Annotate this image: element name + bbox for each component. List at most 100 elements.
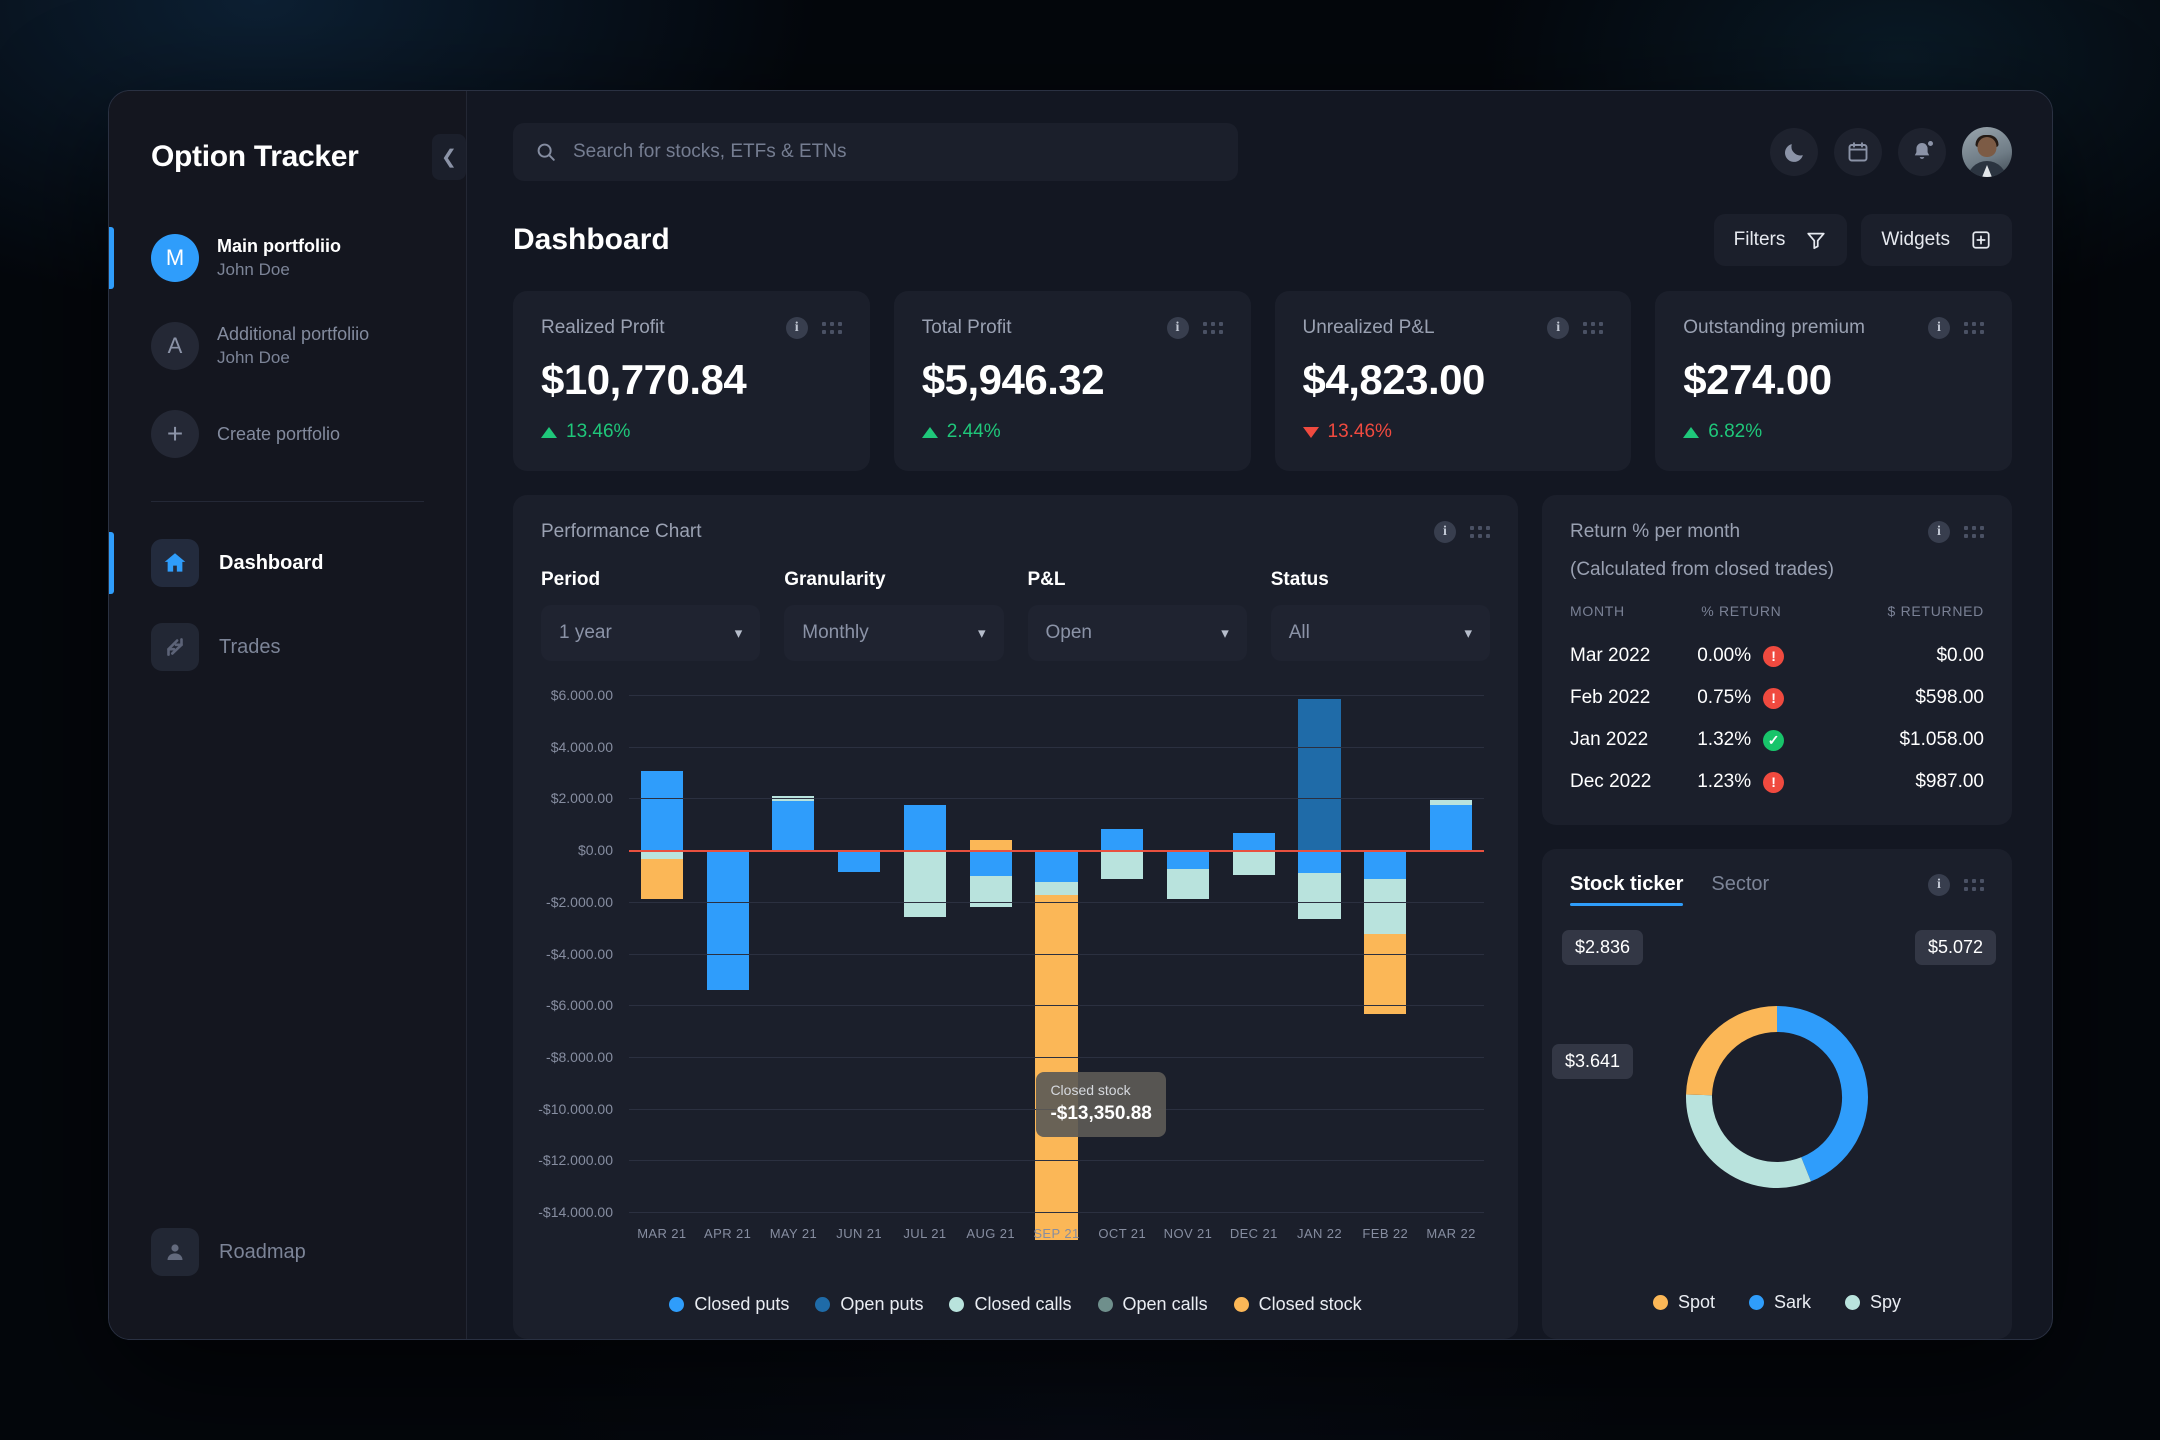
bar-segment[interactable] [1232,833,1275,851]
info-icon[interactable]: i [785,317,808,339]
portfolio-item-additional[interactable]: A Additional portfoliio John Doe [109,309,466,383]
bar-segment[interactable] [1364,934,1407,1015]
sidebar-item-roadmap[interactable]: Roadmap [109,1217,466,1287]
donut-slice-spy[interactable] [1686,1094,1811,1188]
cell-pct-return: 1.23%! [1697,771,1833,793]
bar-segment[interactable] [969,850,1012,876]
info-icon[interactable]: i [1928,317,1950,339]
sidebar-item-label: Roadmap [219,1240,306,1263]
bar-segment[interactable] [1298,873,1341,919]
bar-segment[interactable] [1232,850,1275,875]
donut-legend-item[interactable]: Sark [1748,1292,1811,1313]
drag-handle-icon[interactable] [1964,878,1984,891]
cell-month: Dec 2022 [1570,771,1652,792]
status-select[interactable]: All ▾ [1270,605,1490,661]
avatar[interactable] [1962,127,2012,177]
period-select[interactable]: 1 year ▾ [541,605,761,661]
legend-item[interactable]: Closed puts [669,1294,789,1315]
warning-icon: ! [1763,771,1785,793]
bar-segment[interactable] [640,859,683,900]
calendar-icon[interactable] [1834,128,1882,176]
sidebar-item-dashboard[interactable]: Dashboard [109,528,466,598]
kpi-value: $5,946.32 [921,356,1105,403]
bar-segment[interactable] [1166,850,1210,870]
drag-handle-icon[interactable] [1470,526,1490,538]
moon-icon[interactable] [1770,128,1818,176]
bar-segment[interactable] [1035,895,1078,1241]
bar-segment[interactable] [1298,850,1341,874]
bar-segment[interactable] [772,801,815,851]
donut-slice-spot[interactable] [1686,1006,1778,1096]
sidebar-item-label: Dashboard [219,551,324,574]
info-icon[interactable]: i [1928,521,1950,543]
drag-handle-icon[interactable] [1583,322,1604,334]
legend-item[interactable]: Open puts [815,1294,923,1315]
legend-item[interactable]: Open calls [1097,1294,1208,1315]
bar-segment[interactable] [640,771,683,851]
search-input[interactable]: Search for stocks, ETFs & ETNs [513,123,1238,181]
bar-segment[interactable] [1101,850,1144,879]
donut-legend-item[interactable]: Spy [1845,1292,1901,1313]
x-axis-tick-label: DEC 21 [1229,1226,1278,1241]
bar-segment[interactable] [1364,850,1407,879]
info-icon[interactable]: i [1166,317,1189,339]
filters-button[interactable]: Filters [1713,214,1848,266]
donut-legend-item[interactable]: Spot [1652,1292,1715,1313]
x-axis-tick-label: FEB 22 [1362,1226,1409,1241]
y-axis-tick-label: -$12.000.00 [538,1152,613,1169]
bar-segment[interactable] [706,850,749,990]
donut-slice-sark[interactable] [1776,1006,1868,1182]
bar-segment[interactable] [1035,882,1078,896]
donut-label-sark: $5.072 [1914,930,1996,965]
bar-segment[interactable] [903,804,946,851]
bar-segment[interactable] [1298,698,1341,851]
legend-label: Sark [1773,1292,1811,1312]
bar-segment[interactable] [1101,829,1144,851]
info-icon[interactable]: i [1547,317,1570,339]
bar-segment[interactable] [1364,878,1407,935]
create-portfolio-button[interactable]: + Create portfolio [109,397,466,471]
bell-icon[interactable] [1898,128,1946,176]
pct-value: 1.32% [1697,729,1752,750]
tab-sector[interactable]: Sector [1711,873,1769,906]
bar-segment[interactable] [1430,799,1473,805]
portfolio-item-main[interactable]: M Main portfoliio John Doe [109,221,466,295]
bar-segment[interactable] [1035,850,1078,883]
cell-pct-return: 1.32% ✓ [1697,729,1833,751]
drag-handle-icon[interactable] [1964,526,1984,538]
widgets-button[interactable]: Widgets [1861,214,2012,266]
bar-segment[interactable] [903,850,946,918]
drag-handle-icon[interactable] [1964,322,1984,334]
gridline [629,1056,1484,1058]
cell-dollar-returned: $0.00 [1936,645,1984,666]
filter-label: P&L [1027,569,1066,590]
bar-segment[interactable] [969,839,1012,851]
arrow-up-icon [541,426,557,438]
topbar: Search for stocks, ETFs & ETNs [513,123,2012,181]
bar-segment[interactable] [1166,869,1210,900]
granularity-select[interactable]: Monthly ▾ [784,605,1004,661]
drag-handle-icon[interactable] [821,322,842,334]
sidebar-item-trades[interactable]: Trades [109,612,466,682]
home-icon [151,539,199,587]
info-icon[interactable]: i [1434,521,1456,543]
x-axis-tick-label: NOV 21 [1163,1226,1213,1241]
drag-handle-icon[interactable] [1202,322,1223,334]
sidebar-collapse-button[interactable]: ❮ [432,134,466,180]
pl-select[interactable]: Open ▾ [1027,605,1247,661]
filter-pl: P&L Open ▾ [1027,569,1247,661]
info-icon[interactable]: i [1928,873,1950,896]
app-window: Option Tracker ❮ M Main portfoliio John … [108,90,2053,1340]
legend-color-dot [1748,1295,1764,1310]
legend-color-dot [815,1297,831,1312]
filters-label: Filters [1733,229,1786,250]
legend-label: Closed puts [694,1294,790,1314]
bar-segment[interactable] [1430,804,1473,851]
tab-stock-ticker[interactable]: Stock ticker [1570,873,1684,906]
kpi-title: Total Profit [921,317,1012,338]
portfolio-name: Additional portfoliio [217,324,370,345]
sidebar-nav: Dashboard Trades [109,528,466,682]
legend-item[interactable]: Closed calls [949,1294,1072,1315]
legend-item[interactable]: Closed stock [1233,1294,1362,1315]
bar-segment[interactable] [838,850,881,873]
